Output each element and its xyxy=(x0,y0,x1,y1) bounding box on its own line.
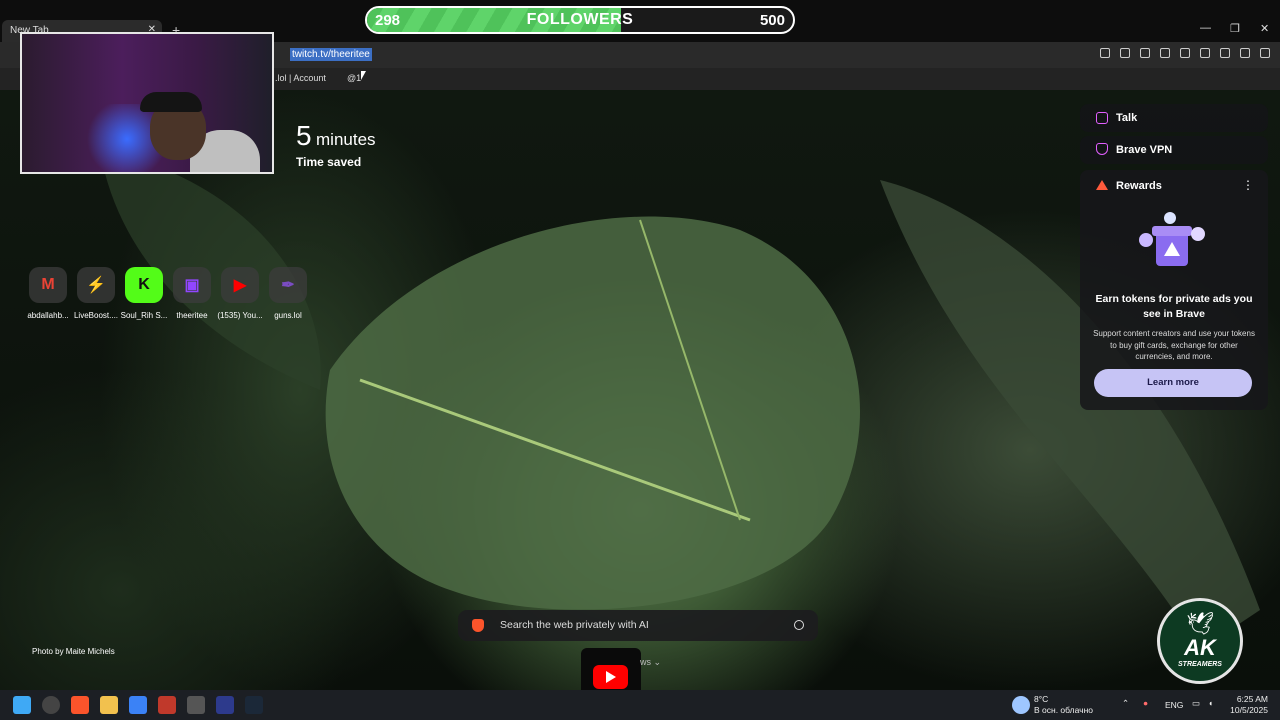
learn-more-button[interactable]: Learn more xyxy=(1094,369,1252,397)
rewards-description: Support content creators and use your to… xyxy=(1093,329,1255,361)
time: 6:25 AM xyxy=(1236,694,1268,704)
language-indicator[interactable]: ENG xyxy=(1165,700,1183,711)
webcam-person-cap xyxy=(140,92,202,112)
followers-label: FOLLOWERS xyxy=(526,11,634,28)
terminal-icon[interactable] xyxy=(187,696,205,714)
brave-icon[interactable] xyxy=(71,696,89,714)
app-icon[interactable] xyxy=(129,696,147,714)
chrome-icon[interactable] xyxy=(42,696,60,714)
file-explorer-icon[interactable] xyxy=(100,696,118,714)
rewards-heading: Earn tokens for private ads you see in B… xyxy=(1095,293,1253,320)
bat-icon xyxy=(1096,180,1108,190)
rewards-gift-icon xyxy=(1139,212,1205,266)
maximize-icon[interactable]: ❐ xyxy=(1230,22,1240,35)
menu-icon[interactable] xyxy=(1260,48,1270,58)
news-label: ws xyxy=(640,657,651,667)
media-icon[interactable] xyxy=(1140,48,1150,58)
talk-label: Talk xyxy=(1116,112,1138,124)
pen-icon: ✒ xyxy=(269,267,307,303)
kick-icon: K xyxy=(125,267,163,303)
bolt-icon: ⚡ xyxy=(77,267,115,303)
microphone-icon[interactable]: ● xyxy=(1143,698,1148,709)
logo-main: AK xyxy=(1184,635,1216,660)
minimize-icon[interactable]: — xyxy=(1200,22,1211,34)
toolbar-icons xyxy=(1100,48,1270,58)
wallet-icon[interactable] xyxy=(1200,48,1210,58)
followers-goal: 500 xyxy=(759,12,785,29)
puzzle-icon[interactable] xyxy=(1120,48,1130,58)
logo-sub: STREAMERS xyxy=(1178,661,1222,668)
volume-icon[interactable]: ◖ xyxy=(1208,698,1213,709)
youtube-icon: ▶ xyxy=(221,267,259,303)
rewards-widget: Rewards ⋮ Earn tokens for private ads yo… xyxy=(1080,170,1268,410)
more-options-icon[interactable]: ⋮ xyxy=(1242,178,1254,192)
vpn-widget[interactable]: Brave VPN xyxy=(1080,136,1268,164)
weather-condition: В осн. облачно xyxy=(1034,705,1093,715)
weather-widget[interactable]: 8°C В осн. облачно xyxy=(1034,694,1093,716)
photo-credit[interactable]: Photo by Maite Michels xyxy=(32,647,115,656)
bookmark-account[interactable]: .lol | Account xyxy=(275,73,326,83)
top-site-guns[interactable]: ✒ guns.lol xyxy=(260,267,316,320)
address-bar[interactable]: twitch.tv/theeritee xyxy=(290,48,372,61)
webcam-overlay xyxy=(20,32,274,174)
time-saved-value: 5 xyxy=(296,120,312,151)
mouse-cursor-icon xyxy=(361,71,366,80)
talk-widget[interactable]: Talk xyxy=(1080,104,1268,132)
search-input[interactable]: Search the web privately with AI xyxy=(500,619,649,631)
vpn-label: Brave VPN xyxy=(1116,144,1173,156)
play-icon xyxy=(606,671,616,683)
vscode-icon[interactable] xyxy=(216,696,234,714)
time-saved-label: Time saved xyxy=(296,155,362,169)
twitch-icon: ▣ xyxy=(173,267,211,303)
shield-icon[interactable] xyxy=(1240,48,1250,58)
chevron-down-icon: ⌄ xyxy=(653,657,662,667)
network-icon[interactable]: ▭ xyxy=(1192,698,1200,709)
date: 10/5/2025 xyxy=(1230,705,1268,715)
media-app-icon[interactable] xyxy=(158,696,176,714)
clock[interactable]: 6:25 AM 10/5/2025 xyxy=(1228,694,1268,716)
vpn-shield-icon xyxy=(1096,143,1108,155)
eagle-icon: 🕊 xyxy=(1186,611,1214,636)
bookmark-at[interactable]: @1 xyxy=(347,73,361,83)
gmail-icon: M xyxy=(29,267,67,303)
music-icon[interactable] xyxy=(1160,48,1170,58)
weather-icon[interactable] xyxy=(1012,696,1030,714)
windows-start-icon[interactable] xyxy=(13,696,31,714)
followers-goal-bar: 298 FOLLOWERS 500 xyxy=(365,6,795,34)
close-window-icon[interactable]: ✕ xyxy=(1260,22,1269,35)
leo-ai-icon[interactable] xyxy=(1220,48,1230,58)
temperature: 8°C xyxy=(1034,694,1049,704)
sidebar-icon[interactable] xyxy=(1180,48,1190,58)
ak-streamers-logo: 🕊 AK STREAMERS xyxy=(1157,598,1243,684)
steam-icon[interactable] xyxy=(245,696,263,714)
extension-icon[interactable] xyxy=(1100,48,1110,58)
rewards-title: Rewards xyxy=(1116,180,1162,192)
search-box[interactable]: Search the web privately with AI xyxy=(458,610,818,641)
time-saved-unit: minutes xyxy=(316,130,376,149)
news-toggle[interactable]: ws ⌄ xyxy=(640,657,661,668)
search-icon[interactable] xyxy=(794,620,804,630)
top-site-label: guns.lol xyxy=(274,311,302,320)
tray-chevron-icon[interactable]: ⌃ xyxy=(1122,698,1129,709)
brave-lion-icon xyxy=(472,619,484,632)
talk-icon xyxy=(1096,112,1108,124)
